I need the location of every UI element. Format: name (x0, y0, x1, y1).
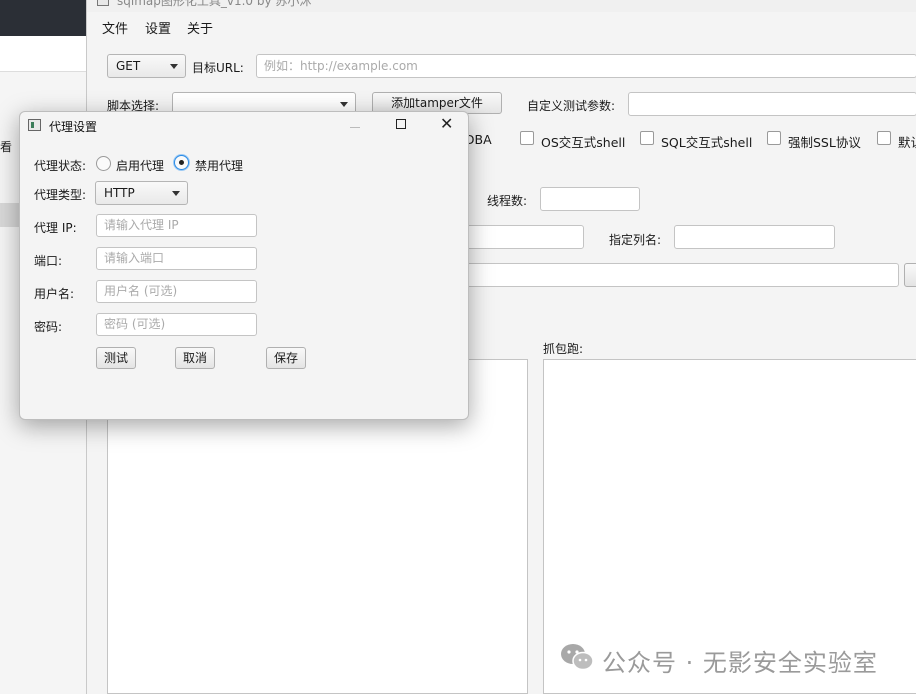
proxy-ip-placeholder: 请输入代理 IP (104, 218, 179, 232)
dialog-title: 代理设置 (49, 120, 98, 134)
run-button[interactable] (904, 263, 916, 287)
window-app-icon (28, 119, 41, 131)
chevron-down-icon (340, 102, 348, 107)
test-button[interactable]: 测试 (96, 347, 136, 369)
save-button[interactable]: 保存 (266, 347, 306, 369)
checkbox-os-shell[interactable] (520, 131, 534, 145)
background-window-dark-strip (0, 0, 88, 36)
radio-enable-proxy[interactable] (96, 156, 111, 171)
proxy-type-select[interactable]: HTTP (95, 181, 188, 205)
proxy-password-input[interactable]: 密码 (可选) (96, 313, 257, 336)
column-input[interactable] (674, 225, 835, 249)
main-window-title: sqlmap图形化工具_v1.0 by 苏小沐 (117, 0, 312, 8)
maximize-icon (396, 119, 406, 129)
method-select-value: GET (116, 59, 141, 73)
menubar: 文件 设置 关于 (87, 14, 916, 38)
chevron-down-icon (172, 191, 180, 196)
radio-enable-proxy-label[interactable]: 启用代理 (116, 157, 164, 174)
background-window-text: 看 (0, 140, 13, 154)
checkbox-default[interactable] (877, 131, 891, 145)
checkbox-label-sql-shell: SQL交互式shell (661, 135, 753, 150)
proxy-status-label: 代理状态: (34, 159, 87, 173)
custom-params-input[interactable] (628, 92, 916, 116)
proxy-username-input[interactable]: 用户名 (可选) (96, 280, 257, 303)
table-name-input[interactable] (457, 225, 584, 249)
checkbox-label-force-ssl: 强制SSL协议 (788, 135, 861, 150)
proxy-port-input[interactable]: 请输入端口 (96, 247, 257, 270)
radio-disable-proxy[interactable] (174, 155, 189, 170)
checkbox-label-os-shell: OS交互式shell (541, 135, 626, 150)
custom-params-label: 自定义测试参数: (527, 99, 616, 113)
radio-disable-proxy-label[interactable]: 禁用代理 (195, 157, 243, 174)
proxy-settings-dialog: 代理设置 ✕ 代理状态: 启用代理 禁用代理 代理类型: HTTP 代理 IP:… (19, 111, 469, 420)
proxy-type-label: 代理类型: (34, 188, 87, 202)
checkbox-sql-shell[interactable] (640, 131, 654, 145)
minimize-icon (350, 127, 360, 128)
url-label: 目标URL: (192, 61, 244, 75)
background-window-selected-row[interactable] (0, 203, 20, 227)
proxy-port-label: 端口: (34, 254, 63, 268)
method-select[interactable]: GET (107, 54, 186, 78)
background-window-toolbar (0, 36, 88, 72)
proxy-ip-label: 代理 IP: (34, 221, 77, 235)
checkbox-force-ssl[interactable] (767, 131, 781, 145)
main-window-titlebar[interactable]: sqlmap图形化工具_v1.0 by 苏小沐 (87, 0, 916, 12)
proxy-port-placeholder: 请输入端口 (104, 251, 165, 265)
command-input[interactable] (457, 263, 899, 287)
menu-about[interactable]: 关于 (187, 18, 213, 37)
proxy-username-placeholder: 用户名 (可选) (104, 284, 178, 298)
proxy-password-label: 密码: (34, 320, 63, 334)
dialog-titlebar[interactable]: 代理设置 ✕ (20, 112, 468, 138)
close-icon: ✕ (440, 114, 454, 133)
cancel-button[interactable]: 取消 (175, 347, 215, 369)
threads-input[interactable] (540, 187, 640, 211)
url-input[interactable]: 例如：http://example.com (256, 54, 916, 78)
maximize-button[interactable] (388, 115, 414, 135)
watermark-text: 公众号 · 无影安全实验室 (602, 649, 878, 677)
checkbox-label-default: 默认 (898, 135, 916, 150)
threads-label: 线程数: (487, 194, 528, 208)
menu-settings[interactable]: 设置 (145, 18, 171, 37)
proxy-type-value: HTTP (104, 186, 135, 200)
close-button[interactable]: ✕ (434, 114, 460, 135)
url-input-placeholder: 例如：http://example.com (264, 59, 418, 73)
capture-label: 抓包跑: (543, 342, 584, 356)
chevron-down-icon (170, 64, 178, 69)
app-icon (97, 0, 109, 6)
proxy-ip-input[interactable]: 请输入代理 IP (96, 214, 257, 237)
proxy-password-placeholder: 密码 (可选) (104, 317, 166, 331)
column-label: 指定列名: (609, 233, 662, 247)
wechat-icon (561, 644, 594, 671)
minimize-button[interactable] (342, 115, 368, 135)
proxy-username-label: 用户名: (34, 287, 75, 301)
menu-file[interactable]: 文件 (102, 18, 128, 37)
